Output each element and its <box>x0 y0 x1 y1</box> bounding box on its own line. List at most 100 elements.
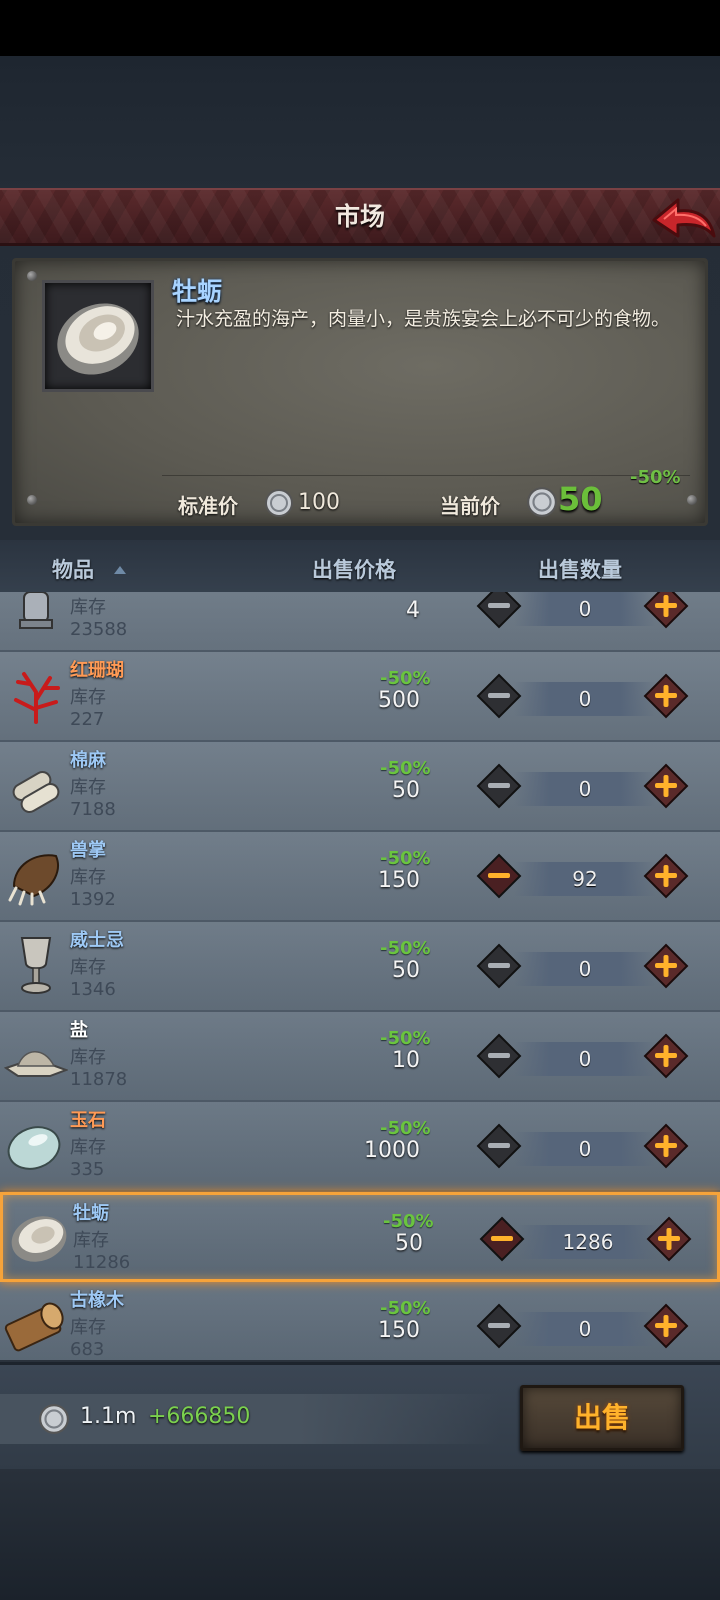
quantity-field[interactable]: 0 <box>514 1132 656 1166</box>
plus-button[interactable] <box>643 1033 689 1079</box>
quantity-field[interactable]: 92 <box>514 862 656 896</box>
stock-label: 库存 <box>73 1230 109 1251</box>
silver-coin-icon <box>265 489 293 517</box>
lantern-icon <box>19 592 53 629</box>
minus-button[interactable] <box>476 1033 522 1079</box>
balance-value: 1.1m <box>80 1404 137 1429</box>
list-item[interactable]: 古橡木 库存 683 -50% 150 0 <box>0 1282 720 1360</box>
stock-label: 库存 <box>70 597 106 618</box>
stock-label: 库存 <box>70 1137 106 1158</box>
minus-button[interactable] <box>476 1123 522 1169</box>
plus-button[interactable] <box>643 853 689 899</box>
silver-coin-icon <box>527 487 557 517</box>
discount-label: -50% <box>380 1028 431 1049</box>
discount-label: -50% <box>383 1211 434 1232</box>
oyster-icon <box>11 1216 67 1262</box>
plus-button[interactable] <box>643 592 689 629</box>
list-item[interactable]: 棉麻 库存 7188 -50% 50 0 <box>0 742 720 832</box>
list-item[interactable]: 兽掌 库存 1392 -50% 150 92 <box>0 832 720 922</box>
stock-value: 7188 <box>70 799 116 820</box>
discount-label: -50% <box>380 668 431 689</box>
plus-button[interactable] <box>643 763 689 809</box>
sell-price: 1000 <box>364 1138 420 1163</box>
quantity-field[interactable]: 0 <box>514 592 656 626</box>
current-price-label: 当前价 <box>440 494 500 518</box>
discount-label: -50% <box>380 848 431 869</box>
rivet-icon <box>27 271 37 281</box>
item-name: 古橡木 <box>70 1290 124 1311</box>
quantity-field[interactable]: 0 <box>514 1042 656 1076</box>
minus-button[interactable] <box>476 943 522 989</box>
stock-label: 库存 <box>70 777 106 798</box>
standard-price-label: 标准价 <box>178 494 238 518</box>
item-name: 盐 <box>70 1020 88 1041</box>
discount-label: -50% <box>380 758 431 779</box>
item-image-frame <box>42 280 154 392</box>
stock-value: 1346 <box>70 979 116 1000</box>
item-name: 玉石 <box>70 1110 106 1131</box>
list-item[interactable]: 玉石 库存 335 -50% 1000 0 <box>0 1102 720 1192</box>
item-name: 红珊瑚 <box>70 660 124 681</box>
stock-label: 库存 <box>70 867 106 888</box>
quantity-field[interactable]: 1286 <box>517 1225 659 1259</box>
sell-price: 500 <box>378 688 420 713</box>
minus-button[interactable] <box>479 1216 525 1262</box>
item-list[interactable]: 库存 23588 4 0 红珊瑚 库存 227 -50% 500 0 棉麻 库存… <box>0 592 720 1360</box>
salt-pile-icon <box>4 1051 68 1077</box>
stock-value: 335 <box>70 1159 105 1180</box>
current-price-value: 50 <box>558 480 603 518</box>
red-coral-icon <box>14 672 60 724</box>
discount-label: -50% <box>380 1118 431 1139</box>
list-item[interactable]: 红珊瑚 库存 227 -50% 500 0 <box>0 652 720 742</box>
sell-price: 50 <box>392 778 420 803</box>
stock-value: 11878 <box>70 1069 128 1090</box>
stock-label: 库存 <box>70 1047 106 1068</box>
minus-button[interactable] <box>476 1303 522 1349</box>
sell-price: 50 <box>395 1231 423 1256</box>
list-item[interactable]: 库存 23588 4 0 <box>0 592 720 652</box>
table-header: 物品 出售价格 出售数量 <box>0 540 720 592</box>
quantity-field[interactable]: 0 <box>514 772 656 806</box>
plus-button[interactable] <box>643 1123 689 1169</box>
item-name: 威士忌 <box>70 930 124 951</box>
sell-price: 10 <box>392 1048 420 1073</box>
quantity-field[interactable]: 0 <box>514 1312 656 1346</box>
stock-label: 库存 <box>70 1317 106 1338</box>
sort-ascending-icon[interactable] <box>114 566 126 574</box>
standard-price-value: 100 <box>298 490 340 515</box>
column-header-item[interactable]: 物品 <box>52 554 94 584</box>
goblet-icon <box>20 937 52 994</box>
item-description: 汁水充盈的海产，肉量小，是贵族宴会上必不可少的食物。 <box>176 308 671 330</box>
stock-value: 23588 <box>70 619 128 640</box>
list-item-selected[interactable]: 牡蛎 库存 11286 -50% 50 1286 <box>0 1192 720 1282</box>
quantity-field[interactable]: 0 <box>514 952 656 986</box>
sell-button[interactable]: 出售 <box>520 1385 684 1451</box>
plus-button[interactable] <box>643 1303 689 1349</box>
oak-log-icon <box>4 1302 64 1352</box>
rivet-icon <box>687 495 697 505</box>
list-item[interactable]: 威士忌 库存 1346 -50% 50 0 <box>0 922 720 1012</box>
sell-price: 50 <box>392 958 420 983</box>
back-arrow-icon[interactable] <box>650 194 718 242</box>
plus-button[interactable] <box>643 943 689 989</box>
column-header-price: 出售价格 <box>312 558 396 582</box>
minus-button[interactable] <box>476 592 522 629</box>
jade-stone-icon <box>7 1126 61 1170</box>
discount-badge: -50% <box>630 467 681 488</box>
item-name: 棉麻 <box>70 750 106 771</box>
sell-price: 150 <box>378 868 420 893</box>
quantity-field[interactable]: 0 <box>514 682 656 716</box>
plus-button[interactable] <box>646 1216 692 1262</box>
minus-button[interactable] <box>476 853 522 899</box>
minus-button[interactable] <box>476 763 522 809</box>
stock-label: 库存 <box>70 957 106 978</box>
stock-value: 11286 <box>73 1252 131 1273</box>
item-name: 牡蛎 <box>73 1203 109 1224</box>
discount-label: -50% <box>380 1298 431 1319</box>
title-bar: 市场 <box>0 188 720 246</box>
list-item[interactable]: 盐 库存 11878 -50% 10 0 <box>0 1012 720 1102</box>
sell-price: 150 <box>378 1318 420 1343</box>
page-title: 市场 <box>334 202 385 231</box>
minus-button[interactable] <box>476 673 522 719</box>
plus-button[interactable] <box>643 673 689 719</box>
